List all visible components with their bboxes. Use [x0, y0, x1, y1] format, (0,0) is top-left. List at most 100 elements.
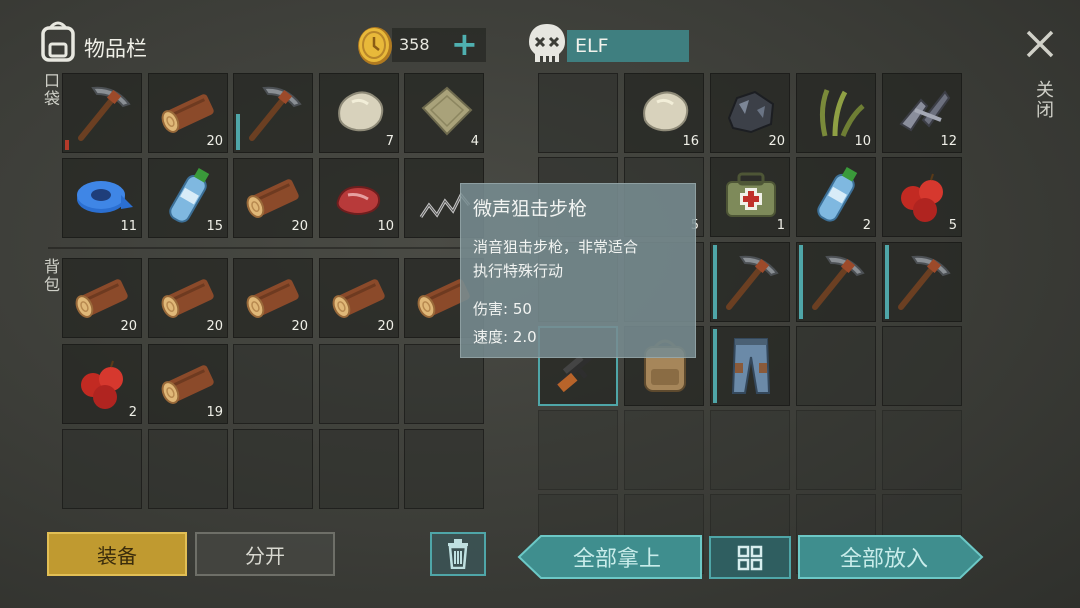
item-count: 2 — [128, 405, 137, 420]
pocket-slot[interactable]: 20 — [148, 73, 228, 153]
pocket-slot[interactable] — [62, 73, 142, 153]
equip-button[interactable]: 装备 — [47, 532, 187, 576]
take-all-button[interactable]: 全部拿上 — [517, 535, 702, 579]
item-count: 11 — [120, 219, 137, 234]
pocket-slot[interactable]: 20 — [233, 158, 313, 238]
coin-icon — [357, 26, 393, 66]
add-coins-button[interactable]: + — [451, 24, 478, 64]
item-count: 7 — [385, 134, 394, 149]
take-all-label: 全部拿上 — [572, 547, 661, 572]
loot-slot[interactable] — [882, 242, 962, 322]
loot-slot[interactable] — [624, 410, 704, 490]
loot-slot[interactable] — [796, 410, 876, 490]
inventory-title: 物品栏 — [84, 37, 147, 61]
pocket-slot[interactable]: 10 — [319, 158, 399, 238]
close-icon — [1026, 30, 1054, 58]
backpack-slot[interactable]: 19 — [148, 344, 228, 424]
backpack-slot[interactable] — [233, 429, 313, 509]
put-all-label: 全部放入 — [839, 547, 928, 572]
pickaxe-icon — [249, 86, 302, 141]
put-all-button[interactable]: 全部放入 — [798, 535, 984, 579]
item-count: 10 — [377, 219, 394, 234]
loot-slot[interactable]: 1 — [710, 157, 790, 237]
tooltip-speed: 速度: 2.0 — [473, 328, 537, 346]
item-count: 20 — [206, 134, 223, 149]
pickaxe-icon — [78, 86, 131, 141]
item-count: 16 — [682, 134, 699, 149]
item-count: 2 — [862, 218, 871, 233]
item-count: 19 — [206, 405, 223, 420]
item-count: 20 — [291, 219, 308, 234]
first-aid-bag-icon — [726, 172, 776, 217]
durability-bar — [713, 245, 717, 319]
pocket-slot[interactable]: 7 — [319, 73, 399, 153]
pocket-slot[interactable] — [233, 73, 313, 153]
sort-button[interactable] — [709, 536, 791, 579]
trash-button[interactable] — [430, 532, 486, 576]
loot-slot[interactable] — [538, 410, 618, 490]
loot-slot[interactable] — [882, 326, 962, 406]
loot-name: ELF — [575, 35, 609, 57]
backpack-slot[interactable]: 20 — [148, 258, 228, 338]
tooltip-title: 微声狙击步枪 — [473, 198, 588, 220]
tooltip-damage: 伤害: 50 — [473, 300, 532, 318]
backpack-slot[interactable] — [404, 429, 484, 509]
loot-slot[interactable] — [796, 242, 876, 322]
item-count: 20 — [206, 319, 223, 334]
pocket-slot[interactable]: 11 — [62, 158, 142, 238]
durability-bar — [799, 245, 803, 319]
durability-bar — [713, 329, 717, 403]
pocket-label: 口袋 — [41, 72, 60, 108]
loot-slot[interactable]: 2 — [796, 157, 876, 237]
item-count: 5 — [948, 218, 957, 233]
backpack-slot[interactable] — [62, 429, 142, 509]
pickaxe-icon — [726, 255, 779, 310]
backpack-slot[interactable]: 20 — [319, 258, 399, 338]
trash-icon — [448, 539, 468, 569]
pocket-slot[interactable]: 4 — [404, 73, 484, 153]
water-bottle-icon — [817, 167, 858, 222]
loot-slot[interactable] — [710, 326, 790, 406]
backpack-slot[interactable] — [319, 429, 399, 509]
stone-icon — [338, 91, 384, 132]
item-count: 12 — [940, 134, 957, 149]
item-count: 4 — [470, 134, 479, 149]
backpack-slot[interactable]: 20 — [62, 258, 142, 338]
tooltip-desc-line1: 消音狙击步枪，非常适合 — [473, 238, 639, 256]
tooltip-desc-line2: 执行特殊行动 — [473, 262, 564, 280]
grid-icon — [737, 545, 763, 570]
close-label: 关闭 — [1033, 80, 1054, 120]
split-button[interactable]: 分开 — [195, 532, 335, 576]
backpack-slot[interactable] — [233, 344, 313, 424]
loot-slot[interactable]: 16 — [624, 73, 704, 153]
loot-slot[interactable] — [710, 410, 790, 490]
close-button[interactable]: 关闭 — [1024, 28, 1056, 148]
item-count: 10 — [854, 134, 871, 149]
durability-bar — [885, 245, 889, 319]
loot-slot[interactable]: 5 — [882, 157, 962, 237]
durability-bar — [236, 114, 240, 150]
item-count: 20 — [377, 319, 394, 334]
loot-slot[interactable] — [796, 326, 876, 406]
loot-slot[interactable] — [710, 242, 790, 322]
cloth-icon — [421, 86, 473, 136]
durability-bar — [65, 140, 69, 150]
backpack-slot[interactable]: 20 — [233, 258, 313, 338]
pickaxe-icon — [898, 255, 951, 310]
backpack-slot[interactable] — [148, 429, 228, 509]
backpack-label: 背包 — [41, 258, 60, 294]
backpack-slot[interactable] — [319, 344, 399, 424]
apples-icon — [901, 173, 943, 222]
loot-slot[interactable] — [538, 73, 618, 153]
item-count: 15 — [206, 219, 223, 234]
loot-slot[interactable]: 20 — [710, 73, 790, 153]
loot-slot[interactable]: 10 — [796, 73, 876, 153]
loot-slot[interactable]: 12 — [882, 73, 962, 153]
coin-count: 358 — [399, 35, 430, 54]
backpack-icon — [38, 20, 78, 62]
loot-slot[interactable] — [882, 410, 962, 490]
pocket-slot[interactable]: 15 — [148, 158, 228, 238]
backpack-slot[interactable]: 2 — [62, 344, 142, 424]
pickaxe-icon — [812, 255, 865, 310]
item-tooltip: 微声狙击步枪 消音狙击步枪，非常适合 执行特殊行动 伤害: 50 速度: 2.0 — [460, 183, 696, 358]
